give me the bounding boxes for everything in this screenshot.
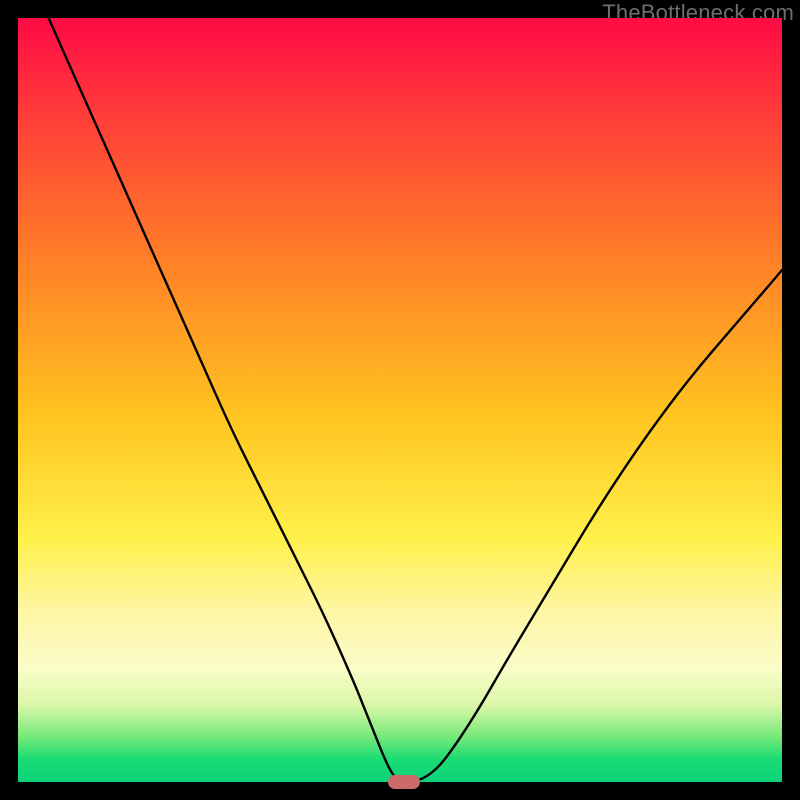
- min-marker: [388, 775, 420, 789]
- plot-area: [18, 18, 782, 782]
- chart-frame: TheBottleneck.com: [0, 0, 800, 800]
- curve-svg: [18, 18, 782, 782]
- bottleneck-curve-path: [49, 18, 782, 782]
